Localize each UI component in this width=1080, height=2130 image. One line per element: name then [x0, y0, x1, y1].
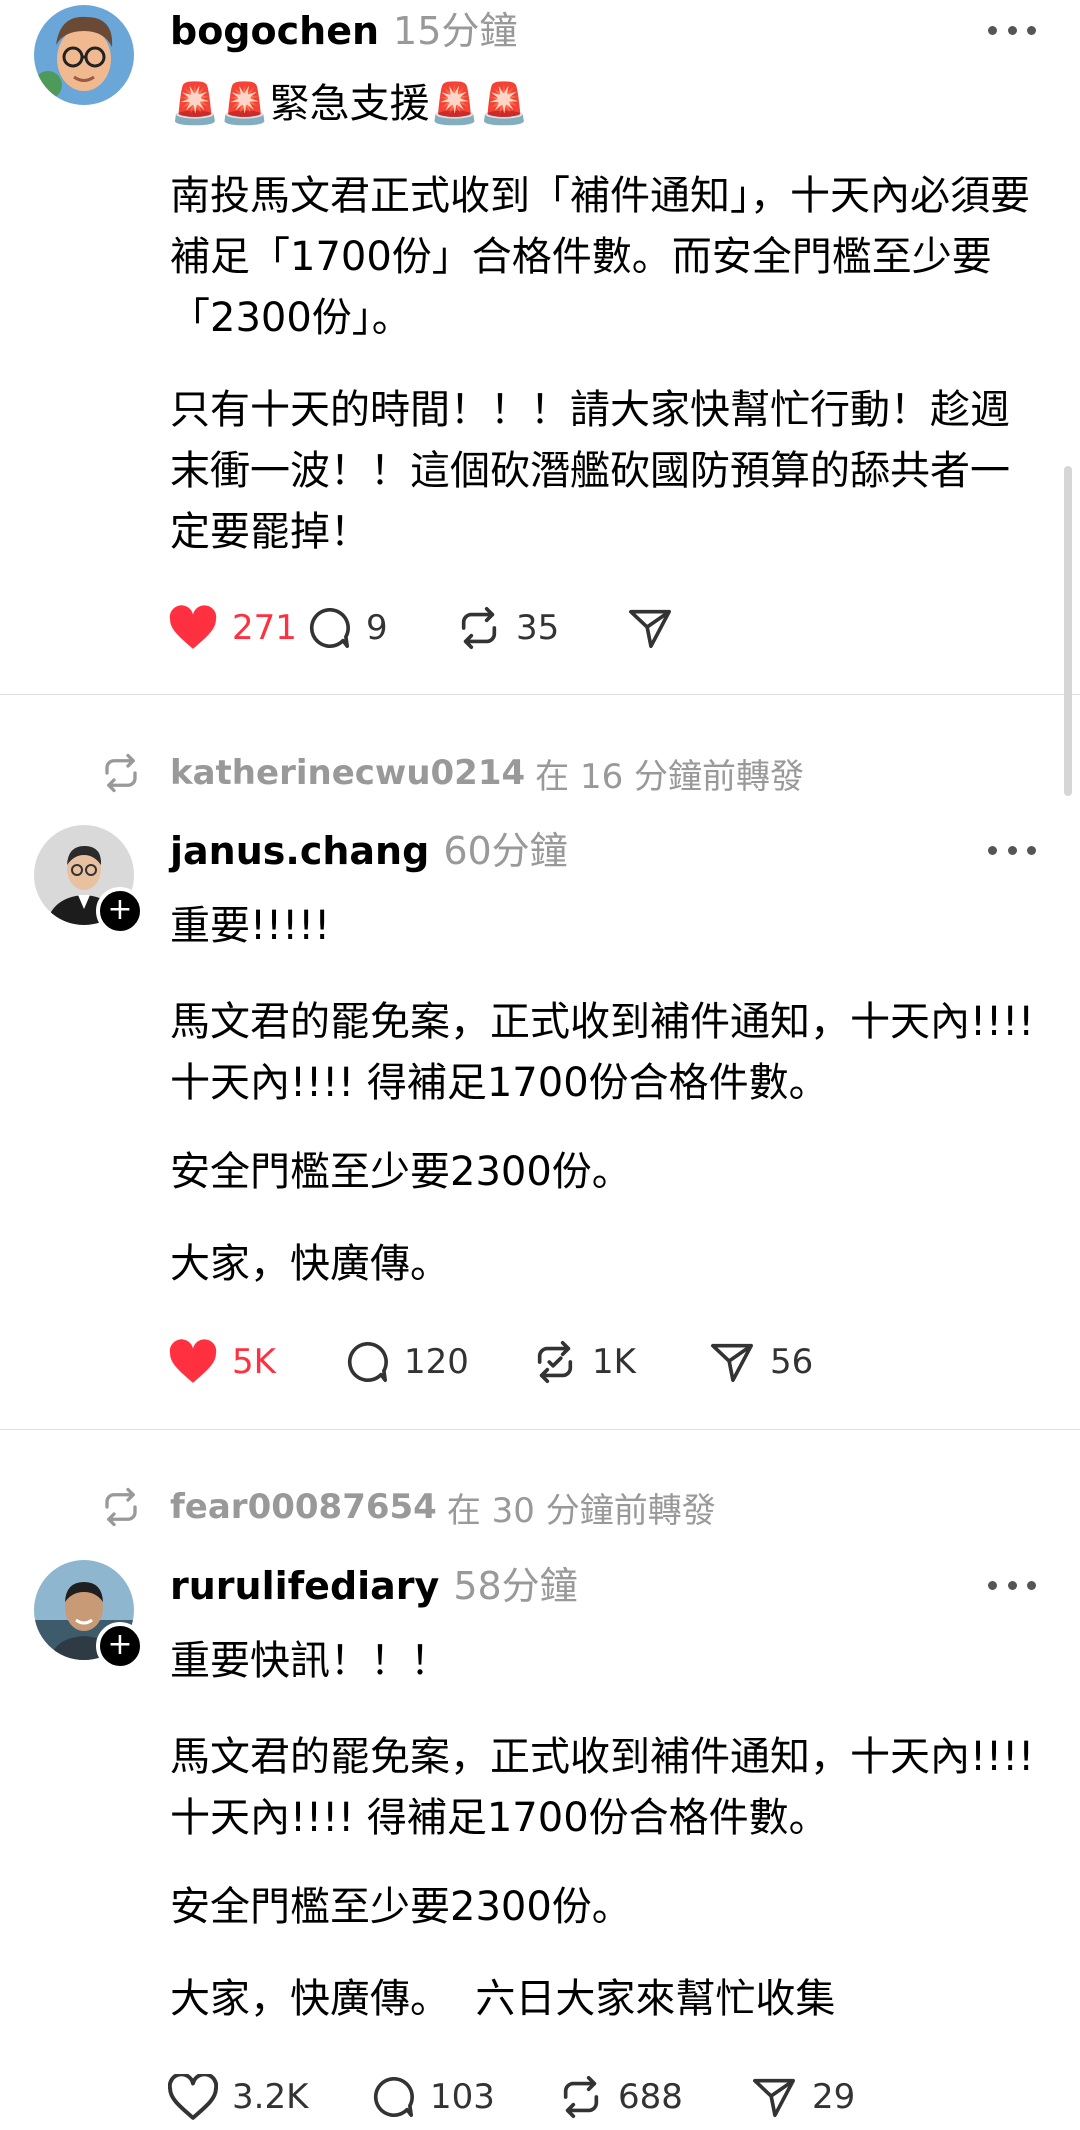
- post-paragraph: 大家，快廣傳。: [170, 1241, 450, 1287]
- comment-count: 103: [430, 2077, 495, 2117]
- post-time: 15分鐘: [393, 9, 518, 53]
- repost-button[interactable]: 688: [558, 2074, 750, 2120]
- username[interactable]: janus.chang: [170, 829, 429, 873]
- repost-button[interactable]: 35: [456, 605, 626, 651]
- repost-username[interactable]: katherinecwu0214: [170, 753, 525, 793]
- repost-count: 35: [516, 608, 560, 648]
- follow-plus-icon[interactable]: +: [96, 1622, 144, 1670]
- share-button[interactable]: 29: [750, 2074, 855, 2120]
- more-icon[interactable]: [988, 840, 1036, 860]
- comment-icon: [347, 1341, 388, 1383]
- post-paragraph: 安全門檻至少要2300份。: [170, 1149, 632, 1195]
- action-bar: 271 9 35: [168, 600, 674, 656]
- repost-icon: [537, 1341, 573, 1383]
- repost-username[interactable]: fear00087654: [170, 1487, 437, 1527]
- comment-count: 120: [404, 1342, 469, 1382]
- like-button[interactable]: 271: [168, 605, 306, 651]
- share-icon: [753, 2078, 795, 2118]
- share-button[interactable]: [626, 605, 674, 651]
- like-button[interactable]: 3.2K: [168, 2074, 370, 2120]
- repost-time: 在 30 分鐘前轉發: [446, 1490, 716, 1531]
- heart-icon: [169, 605, 217, 649]
- repost-button[interactable]: 1K: [532, 1339, 708, 1385]
- repost-notice: katherinecwu0214 在 16 分鐘前轉發: [100, 748, 804, 798]
- comment-icon: [309, 607, 350, 649]
- post-time: 58分鐘: [453, 1564, 578, 1608]
- post-paragraph: 大家，快廣傳。 六日大家來幫忙收集: [170, 1976, 836, 2022]
- username[interactable]: bogochen: [170, 9, 379, 53]
- post-paragraph: 馬文君的罷免案，正式收到補件通知，十天內!!!! 十天內!!!! 得補足1700…: [170, 999, 1047, 1106]
- like-count: 5K: [232, 1342, 276, 1382]
- more-icon[interactable]: [988, 20, 1036, 40]
- post-paragraph: 重要快訊！！！: [170, 1638, 450, 1684]
- post-paragraph: 重要!!!!!: [170, 903, 331, 949]
- post-paragraph: 馬文君的罷免案，正式收到補件通知，十天內!!!! 十天內!!!! 得補足1700…: [170, 1734, 1047, 1841]
- action-bar: 5K 120 1K 56: [168, 1334, 813, 1390]
- repost-icon: [105, 753, 137, 793]
- post-header: bogochen 15分鐘: [170, 0, 517, 60]
- post-paragraph: 只有十天的時間！！！請大家快幫忙行動！趁週末衝一波！！這個砍潛艦砍國防預算的舔共…: [170, 387, 1010, 555]
- like-button[interactable]: 5K: [168, 1339, 344, 1385]
- threads-feed: bogochen 15分鐘 🚨🚨緊急支援🚨🚨 南投馬文君正式收到「補件通知」，十…: [0, 0, 1080, 2130]
- repost-count: 1K: [592, 1342, 636, 1382]
- post-emoji-line: 🚨🚨緊急支援🚨🚨: [170, 81, 530, 127]
- repost-icon: [461, 607, 497, 649]
- post-paragraph: 安全門檻至少要2300份。: [170, 1884, 632, 1930]
- repost-icon: [105, 1487, 137, 1527]
- avatar-bogochen[interactable]: [34, 5, 134, 105]
- repost-time: 在 16 分鐘前轉發: [535, 756, 805, 797]
- post-divider: [0, 694, 1080, 695]
- post-paragraph: 南投馬文君正式收到「補件通知」，十天內必須要補足「1700份」合格件數。而安全門…: [170, 173, 1030, 341]
- comment-count: 9: [366, 608, 388, 648]
- share-count: 56: [770, 1342, 814, 1382]
- comment-button[interactable]: 9: [306, 605, 456, 651]
- scrollbar[interactable]: [1064, 466, 1072, 796]
- heart-icon: [168, 2074, 218, 2120]
- heart-icon: [169, 1339, 217, 1383]
- follow-plus-icon[interactable]: +: [96, 887, 144, 935]
- more-icon[interactable]: [988, 1575, 1036, 1595]
- post-divider: [0, 1429, 1080, 1430]
- share-icon: [629, 609, 671, 649]
- username[interactable]: rurulifediary: [170, 1564, 439, 1608]
- comment-button[interactable]: 103: [370, 2074, 558, 2120]
- repost-count: 688: [618, 2077, 683, 2117]
- share-button[interactable]: 56: [708, 1339, 813, 1385]
- share-count: 29: [812, 2077, 856, 2117]
- post-time: 60分鐘: [443, 829, 568, 873]
- like-count: 3.2K: [232, 2077, 309, 2117]
- post-header: janus.chang 60分鐘: [170, 820, 568, 880]
- comment-button[interactable]: 120: [344, 1339, 532, 1385]
- comment-icon: [373, 2076, 414, 2118]
- like-count: 271: [232, 608, 297, 648]
- repost-notice: fear00087654 在 30 分鐘前轉發: [100, 1482, 716, 1532]
- share-icon: [711, 1343, 753, 1383]
- action-bar: 3.2K 103 688 29: [168, 2069, 855, 2125]
- repost-icon: [563, 2076, 599, 2118]
- post-header: rurulifediary 58分鐘: [170, 1555, 578, 1615]
